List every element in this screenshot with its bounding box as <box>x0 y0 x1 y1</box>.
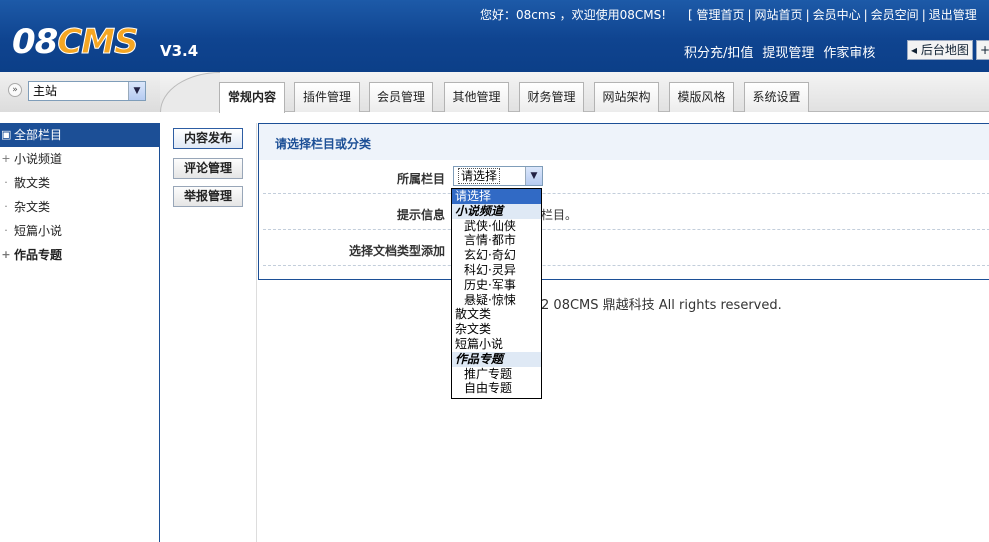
collapse-chevron-icon[interactable]: » <box>8 83 22 97</box>
dropdown-optgroup: 小说频道 <box>452 203 541 219</box>
tree-item-label: 短篇小说 <box>14 224 63 238</box>
field-label-hint: 提示信息 <box>396 208 445 222</box>
top-links: [ 管理首页 | 网站首页 | 会员中心 | 会员空间 | 退出管理 <box>688 8 977 22</box>
comment-manage-button[interactable]: 评论管理 <box>173 158 243 179</box>
logo-prefix: 08 <box>12 22 58 62</box>
tree-item-label: 作品专题 <box>14 248 63 262</box>
tab-settings[interactable]: 系统设置 <box>744 82 809 112</box>
tree-item-essay[interactable]: · 杂文类 <box>0 195 159 219</box>
tab-other[interactable]: 其他管理 <box>444 82 509 112</box>
tree-item-label: 杂文类 <box>14 200 51 214</box>
link-member-center[interactable]: 会员中心 <box>813 8 861 22</box>
tab-architecture[interactable]: 网站架构 <box>594 82 659 112</box>
link-withdraw[interactable]: 提现管理 <box>762 46 814 61</box>
column-select-value: 请选择 <box>458 168 501 184</box>
column-select[interactable]: 请选择 ▼ <box>453 166 543 186</box>
field-label-column: 所属栏目 <box>396 172 445 186</box>
tree-toggle-icon: ▣ <box>1 128 12 141</box>
dropdown-option[interactable]: 短篇小说 <box>452 337 541 352</box>
tree-item-label: 散文类 <box>14 176 51 190</box>
admin-map-button[interactable]: ◂ 后台地图 <box>907 40 973 60</box>
dropdown-option[interactable]: 自由专题 <box>452 381 541 396</box>
logo: 08CMS <box>12 22 139 63</box>
tree-dot-icon: · <box>4 224 8 237</box>
tab-content[interactable]: 常规内容 <box>219 82 285 113</box>
field-value-hint: 栏目。 <box>541 208 578 222</box>
publish-content-button[interactable]: 内容发布 <box>173 128 243 149</box>
tree-item-label: 小说频道 <box>14 152 63 166</box>
copyright-footer: C 2008-2012 08CMS 鼎越科技 All rights reserv… <box>465 298 782 313</box>
version-label: V3.4 <box>160 42 199 60</box>
link-logout[interactable]: 退出管理 <box>929 8 977 22</box>
site-picker: » 主站 ▼ <box>0 72 160 112</box>
field-label-doctype: 选择文档类型添加 <box>348 244 445 258</box>
site-select-value: 主站 <box>33 84 58 98</box>
tab-members[interactable]: 会员管理 <box>369 82 433 112</box>
dropdown-option[interactable]: 武侠·仙侠 <box>452 219 541 234</box>
expand-plus-icon[interactable]: + <box>1 243 11 267</box>
column-dropdown-list: 请选择 小说频道 武侠·仙侠 言情·都市 玄幻·奇幻 科幻·灵异 历史·军事 悬… <box>451 188 542 399</box>
tab-templates[interactable]: 模版风格 <box>669 82 734 112</box>
link-points[interactable]: 积分充/扣值 <box>684 46 753 61</box>
tab-bar-curve <box>160 72 220 112</box>
chevron-down-icon: ▼ <box>525 167 542 185</box>
link-author-review[interactable]: 作家审核 <box>823 46 875 61</box>
tree-dot-icon: · <box>4 200 8 213</box>
chevron-down-icon: ▼ <box>128 82 145 100</box>
dropdown-option[interactable]: 科幻·灵异 <box>452 263 541 278</box>
add-shortcut-button[interactable]: + <box>976 40 989 60</box>
form-row-doctype: 选择文档类型添加 <box>263 230 989 266</box>
expand-plus-icon[interactable]: + <box>1 147 11 171</box>
form-row-hint: 提示信息 栏目。 <box>263 194 989 230</box>
tree-item-short-story[interactable]: · 短篇小说 <box>0 219 159 243</box>
tree-item-novel[interactable]: + 小说频道 <box>0 147 159 171</box>
dropdown-option[interactable]: 历史·军事 <box>452 278 541 293</box>
tree-dot-icon: · <box>4 176 8 189</box>
dropdown-option[interactable]: 请选择 <box>452 189 541 204</box>
tab-bar: » 主站 ▼ 常规内容 插件管理 会员管理 其他管理 财务管理 网站架构 模版风… <box>0 72 989 113</box>
top-header: 08CMS V3.4 您好：08cms ，欢迎使用08CMS! [ 管理首页 | 网… <box>0 0 989 72</box>
dropdown-option[interactable]: 言情·都市 <box>452 233 541 248</box>
welcome-text: 您好：08cms ，欢迎使用08CMS! <box>480 8 667 22</box>
link-admin-home[interactable]: [ 管理首页 <box>688 8 745 22</box>
tree-item-prose[interactable]: · 散文类 <box>0 171 159 195</box>
dropdown-option[interactable]: 玄幻·奇幻 <box>452 248 541 263</box>
dropdown-option[interactable]: 推广专题 <box>452 367 541 382</box>
dropdown-optgroup: 作品专题 <box>452 351 541 367</box>
dropdown-option[interactable]: 散文类 <box>452 307 541 322</box>
dropdown-option[interactable]: 悬疑·惊悚 <box>452 293 541 308</box>
tree-item-topics[interactable]: + 作品专题 <box>0 243 159 267</box>
tab-finance[interactable]: 财务管理 <box>519 82 584 112</box>
dropdown-option[interactable]: 杂文类 <box>452 322 541 337</box>
link-member-space[interactable]: 会员空间 <box>871 8 919 22</box>
tab-plugins[interactable]: 插件管理 <box>294 82 360 112</box>
main-panel: 请选择栏目或分类 所属栏目 请选择 ▼ 提示信息 栏目。 选择文档类型添加 <box>258 123 989 280</box>
logo-suffix: CMS <box>57 22 139 63</box>
panel-title: 请选择栏目或分类 <box>259 124 989 160</box>
link-site-home[interactable]: 网站首页 <box>755 8 803 22</box>
tree-item-label: 全部栏目 <box>14 128 63 142</box>
quick-links: 积分充/扣值 提现管理 作家审核 <box>684 42 884 61</box>
tree-item-all[interactable]: ▣ 全部栏目 <box>0 123 159 147</box>
report-manage-button[interactable]: 举报管理 <box>173 186 243 207</box>
site-select[interactable]: 主站 ▼ <box>28 81 146 101</box>
form-row-column: 所属栏目 <box>263 160 989 194</box>
category-tree: ▣ 全部栏目 + 小说频道 · 散文类 · 杂文类 · 短篇小说 + 作品专题 <box>0 123 160 542</box>
sub-menu: 内容发布 评论管理 举报管理 <box>160 123 257 542</box>
